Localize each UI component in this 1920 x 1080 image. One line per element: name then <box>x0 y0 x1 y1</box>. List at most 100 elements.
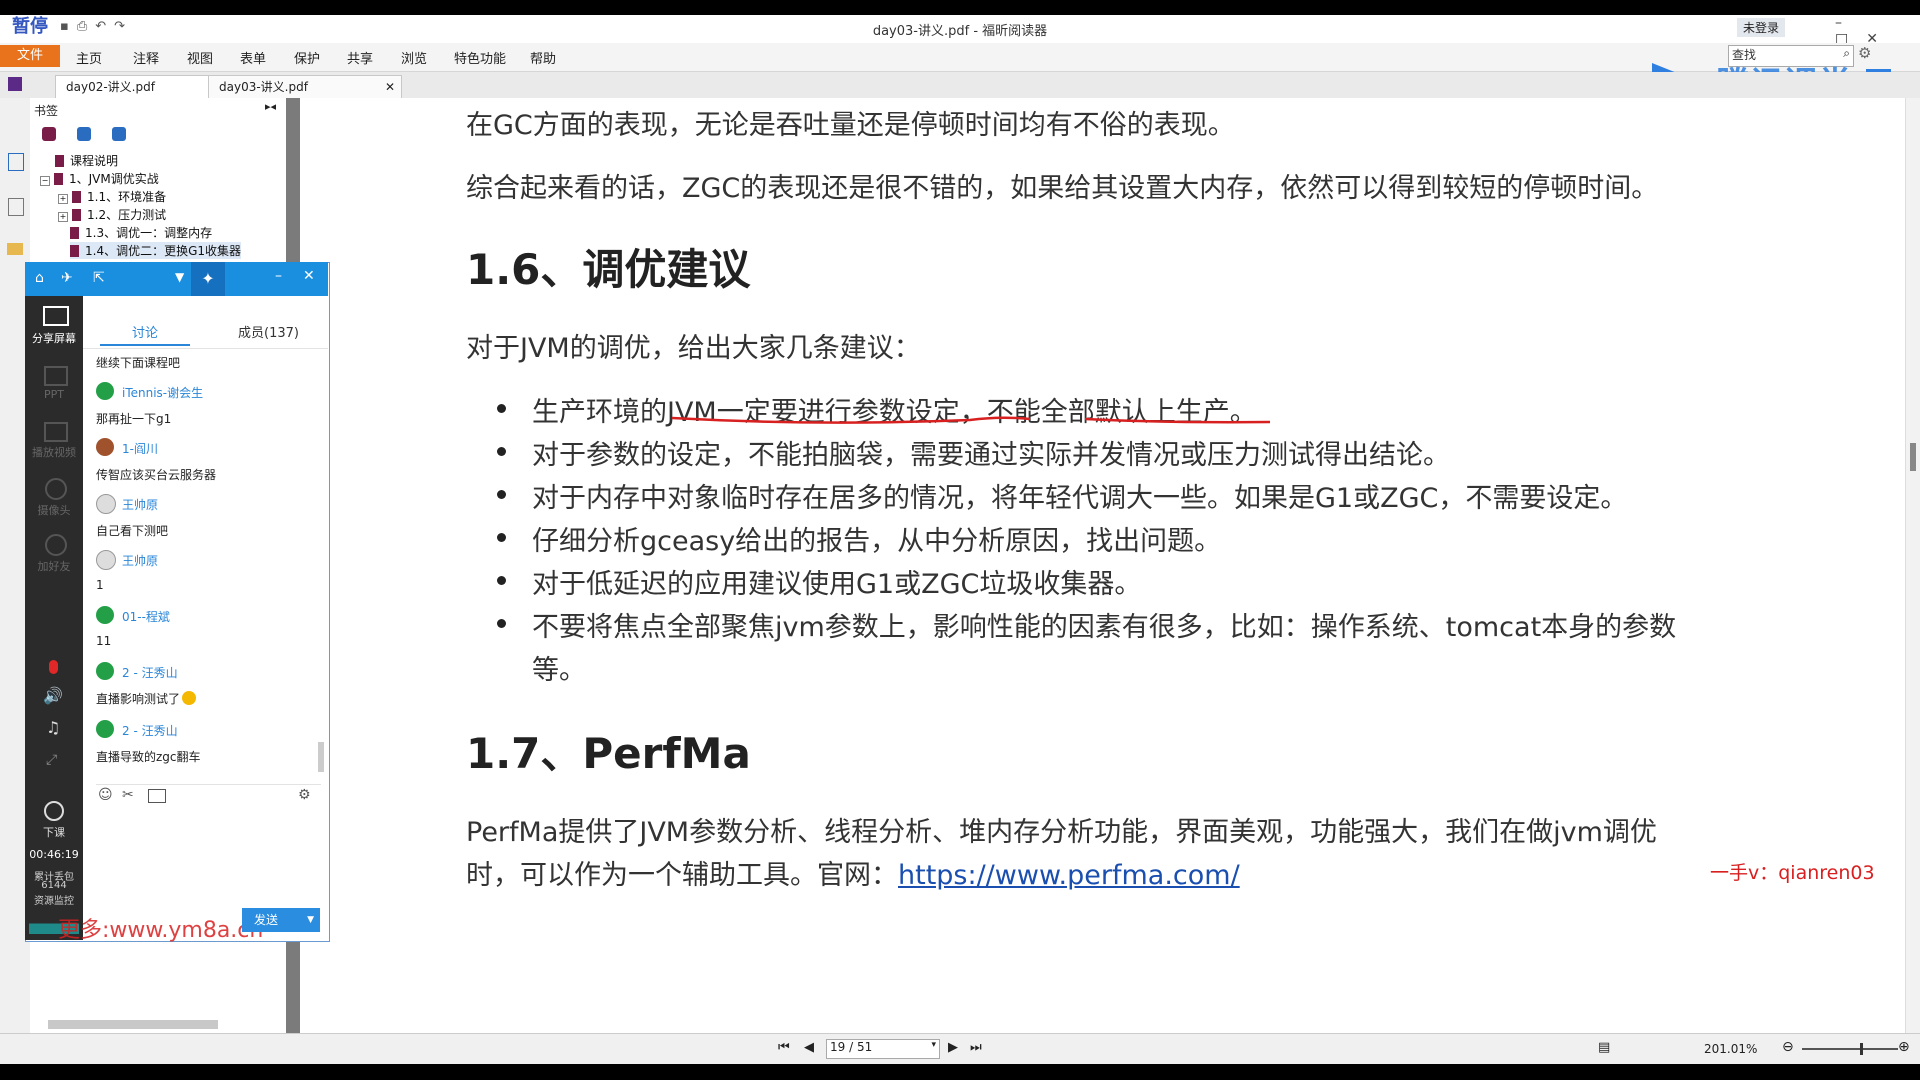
menu-protect[interactable]: 保护 <box>294 48 320 67</box>
document-tab-bar: day02-讲义.pdf day03-讲义.pdf ✕ <box>0 72 1920 99</box>
expand-icon[interactable]: + <box>58 212 68 222</box>
add-friend-icon[interactable] <box>45 534 67 556</box>
hscroll-thumb[interactable] <box>48 1020 218 1029</box>
chat-username[interactable]: 2 - 汪秀山 <box>122 664 178 681</box>
resource-monitor[interactable]: 资源监控 <box>25 892 83 907</box>
chat-username[interactable]: 王帅原 <box>122 552 158 569</box>
bookmark-label: 1.3、调优一：调整内存 <box>85 226 213 240</box>
bookmark-flag-icon <box>54 173 63 185</box>
chat-scroll-thumb[interactable] <box>318 742 324 772</box>
dropdown-icon[interactable]: ▼ <box>175 270 184 284</box>
tab-discuss[interactable]: 讨论 <box>132 322 158 341</box>
bookmark-add-icon[interactable] <box>42 127 56 141</box>
chat-username[interactable]: 2 - 汪秀山 <box>122 722 178 739</box>
close-icon[interactable]: ✕ <box>303 268 315 284</box>
side-camera[interactable]: 摄像头 <box>25 502 83 518</box>
menu-help[interactable]: 帮助 <box>530 48 556 67</box>
menu-view[interactable]: 视图 <box>187 48 213 67</box>
send-options-icon[interactable]: ▼ <box>307 908 314 932</box>
bookmark-item[interactable]: +1.2、压力测试 <box>58 206 166 223</box>
bookmark-panel-icon[interactable] <box>8 153 24 171</box>
music-icon[interactable]: ♫ <box>46 718 60 737</box>
plane-icon[interactable]: ✈ <box>61 270 73 286</box>
zoom-in-icon[interactable]: ⊕ <box>1898 1039 1910 1055</box>
fullscreen-icon[interactable]: ⤢ <box>46 752 57 768</box>
tab-close-icon[interactable]: ✕ <box>385 76 395 98</box>
bookmark-item[interactable]: 课程说明 <box>55 152 118 169</box>
zoom-level[interactable]: 201.01% <box>1704 1042 1757 1056</box>
view-mode-icon[interactable]: ▤ <box>1598 1040 1610 1055</box>
menu-share[interactable]: 共享 <box>347 48 373 67</box>
panel-expand-icon[interactable]: ▸◂ <box>265 100 276 113</box>
ppt-icon[interactable] <box>44 366 68 386</box>
tab-members[interactable]: 成员(137) <box>238 322 299 341</box>
bookmark-flag-icon <box>72 209 81 221</box>
mic-icon[interactable] <box>49 660 58 674</box>
page-number-input[interactable]: 19 / 51 ▾ <box>826 1039 940 1059</box>
bookmark-item-selected[interactable]: 1.4、调优二：更换G1收集器 <box>70 242 242 259</box>
chat-username[interactable]: 王帅原 <box>122 496 158 513</box>
chat-username[interactable]: iTennis-谢会生 <box>122 384 203 401</box>
next-page-icon[interactable]: ▶ <box>948 1040 958 1055</box>
vertical-scrollbar[interactable] <box>1905 98 1920 1033</box>
class-timer: 00:46:19 <box>29 848 79 861</box>
send-button[interactable]: 发送 ▼ <box>242 908 320 932</box>
zoom-slider[interactable] <box>1802 1043 1898 1055</box>
speaker-icon[interactable]: 🔊 <box>43 686 63 705</box>
bookmark-collapse-icon[interactable] <box>112 127 127 141</box>
chat-message-text: 自己看下测吧 <box>96 524 169 538</box>
login-status[interactable]: 未登录 <box>1737 18 1786 37</box>
minimize-icon[interactable]: – <box>275 268 282 284</box>
share-icon[interactable]: ⇱ <box>93 270 105 286</box>
image-icon[interactable] <box>148 789 166 803</box>
menu-browse[interactable]: 浏览 <box>401 48 427 67</box>
menu-file[interactable]: 文件 <box>0 45 60 67</box>
side-ppt[interactable]: PPT <box>25 388 83 401</box>
perfma-link[interactable]: https://www.perfma.com/ <box>898 860 1240 891</box>
tab-day02[interactable]: day02-讲义.pdf <box>55 75 217 98</box>
chat-input[interactable] <box>96 810 321 902</box>
zoom-out-icon[interactable]: ⊖ <box>1782 1039 1794 1055</box>
first-page-icon[interactable]: ⏮ <box>778 1040 790 1055</box>
chat-username[interactable]: 1-阎川 <box>122 440 158 457</box>
settings-icon[interactable]: ⚙ <box>298 787 311 803</box>
class-end[interactable]: 下课 <box>25 824 83 840</box>
send-label: 发送 <box>254 913 279 927</box>
bookmark-expand-icon[interactable] <box>77 127 92 141</box>
bookmark-header: 书签 ▸◂ <box>30 100 286 120</box>
comments-panel-icon[interactable] <box>7 243 23 255</box>
advice-item-continued: 等。 <box>532 655 586 686</box>
bookmark-item[interactable]: − 1、JVM调优实战 <box>40 170 159 187</box>
side-share-screen[interactable]: 分享屏幕 <box>25 330 83 346</box>
bookmark-item[interactable]: 1.3、调优一：调整内存 <box>70 224 212 241</box>
bookmark-item[interactable]: +1.1、环境准备 <box>58 188 166 205</box>
scissors-icon[interactable]: ✂ <box>122 787 134 803</box>
chevron-down-icon[interactable]: ▾ <box>931 1040 936 1050</box>
share-screen-icon[interactable] <box>43 306 69 326</box>
prev-page-icon[interactable]: ◀ <box>804 1040 814 1055</box>
chat-username[interactable]: 01--程斌 <box>122 608 170 625</box>
side-video[interactable]: 播放视频 <box>25 444 83 460</box>
home-icon[interactable]: ⌂ <box>35 270 44 286</box>
minimize-icon[interactable]: – <box>1835 15 1860 31</box>
side-add-friend[interactable]: 加好友 <box>25 558 83 574</box>
chat-message-text: 继续下面课程吧 <box>96 356 181 370</box>
expand-icon[interactable]: + <box>58 194 68 204</box>
menu-comment[interactable]: 注释 <box>133 48 159 67</box>
video-icon[interactable] <box>44 422 68 442</box>
vscroll-thumb[interactable] <box>1910 443 1916 471</box>
camera-icon[interactable] <box>45 478 67 500</box>
wechat-avatar-icon <box>96 720 114 738</box>
last-page-icon[interactable]: ⏭ <box>970 1040 982 1055</box>
emoji-picker-icon[interactable]: ☺ <box>98 787 113 803</box>
power-icon[interactable] <box>44 801 64 821</box>
zoom-slider-thumb[interactable] <box>1860 1043 1863 1055</box>
menu-features[interactable]: 特色功能 <box>454 48 506 67</box>
tab-day03[interactable]: day03-讲义.pdf ✕ <box>208 75 402 98</box>
collapse-icon[interactable]: − <box>40 176 50 186</box>
menu-form[interactable]: 表单 <box>240 48 266 67</box>
pages-panel-icon[interactable] <box>8 198 24 216</box>
pin-icon[interactable]: ✦ <box>191 262 225 296</box>
menu-home[interactable]: 主页 <box>76 48 102 67</box>
bookmark-hscroll[interactable] <box>36 1018 276 1030</box>
